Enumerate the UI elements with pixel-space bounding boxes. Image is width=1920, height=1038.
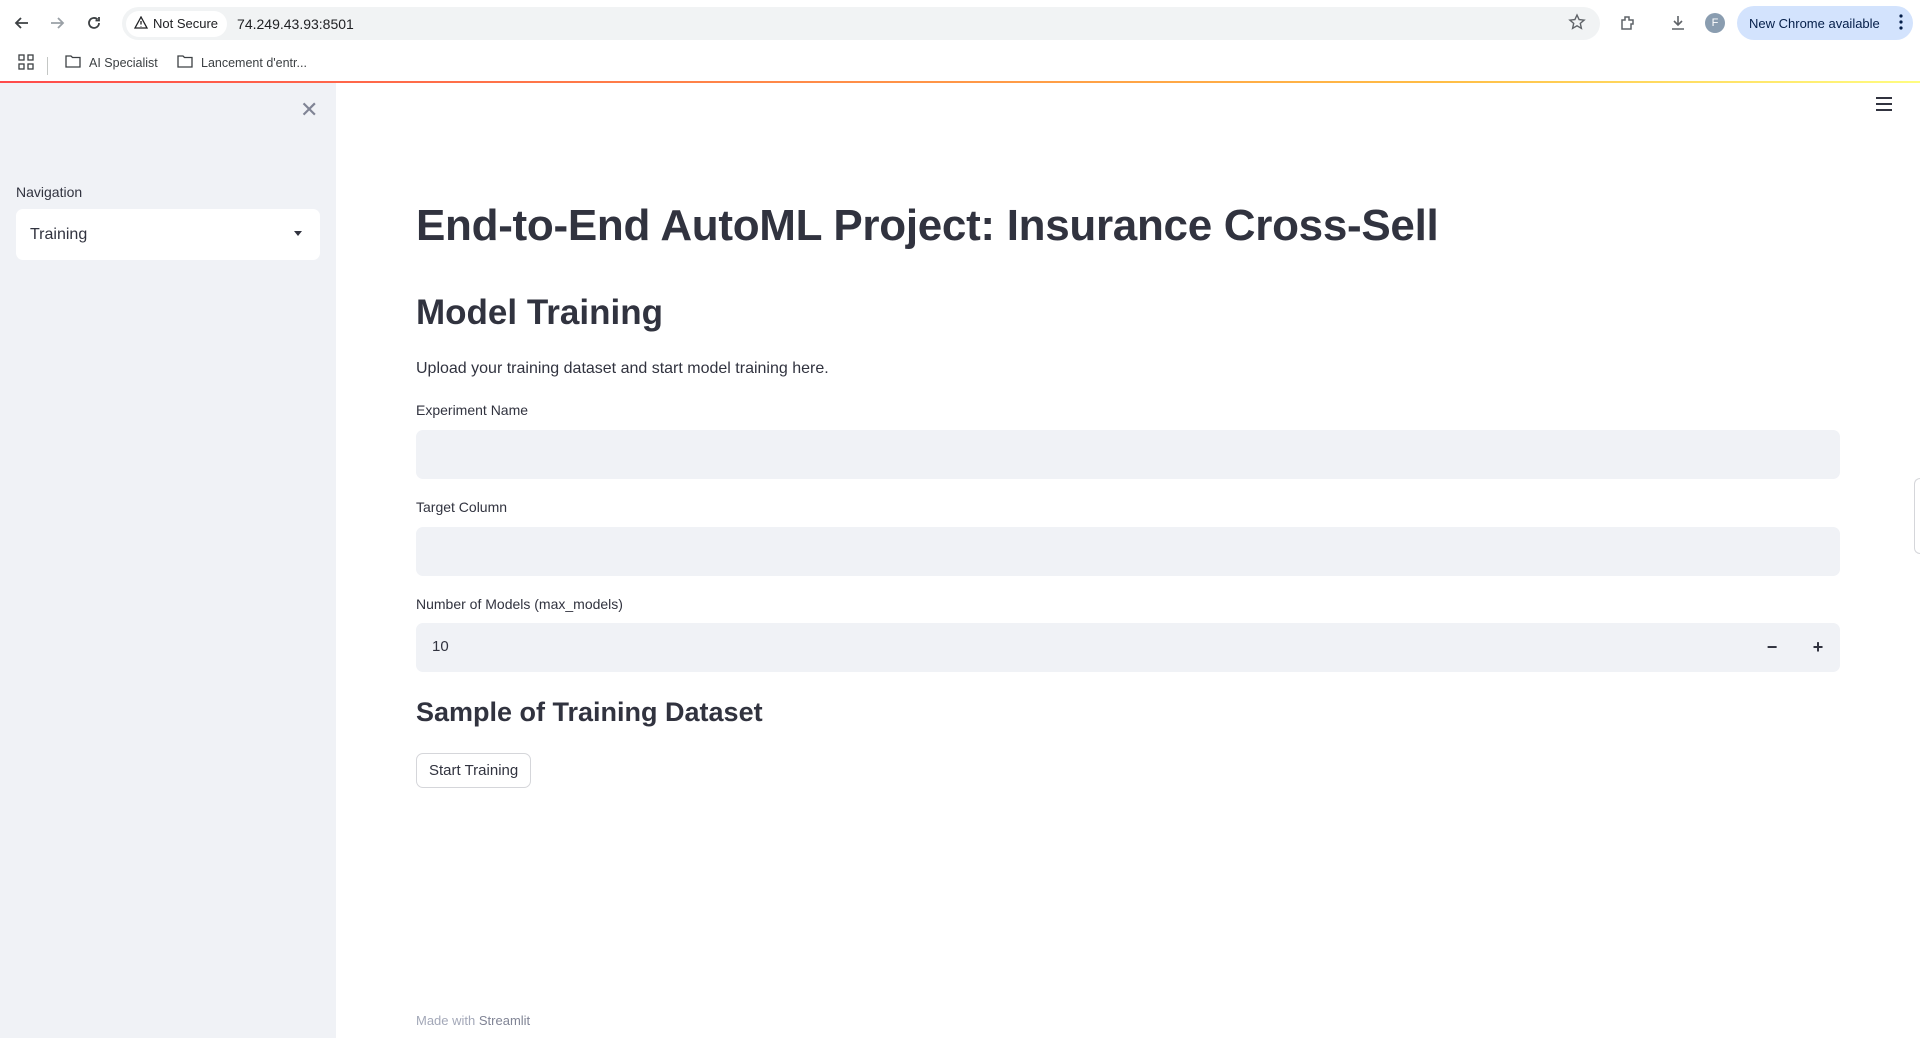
start-training-button[interactable]: Start Training <box>416 753 532 788</box>
sample-dataset-title: Sample of Training Dataset <box>416 697 763 727</box>
bookmark-label: AI Specialist <box>89 55 158 70</box>
navigation-select[interactable]: Training <box>16 209 320 260</box>
chrome-update-button[interactable]: New Chrome available <box>1737 6 1913 40</box>
navigation-label: Navigation <box>16 184 83 200</box>
target-column-input[interactable] <box>416 527 1840 576</box>
apps-grid-icon[interactable] <box>18 54 34 70</box>
bookmarks-divider <box>47 57 48 75</box>
bookmark-label: Lancement d'entr... <box>201 55 307 70</box>
edge-handle[interactable] <box>1914 478 1920 554</box>
download-icon[interactable] <box>1666 11 1690 35</box>
footer-brand-link[interactable]: Streamlit <box>479 1013 530 1028</box>
max-models-input[interactable]: 10 − + <box>416 623 1840 672</box>
url-text[interactable]: 74.249.43.93:8501 <box>237 16 354 32</box>
footer: Made with Streamlit <box>416 1013 530 1028</box>
address-bar[interactable]: Not Secure 74.249.43.93:8501 <box>122 7 1600 40</box>
reload-icon[interactable] <box>83 12 105 34</box>
forward-arrow-icon[interactable] <box>46 12 68 34</box>
folder-icon <box>177 54 193 71</box>
decrement-button[interactable]: − <box>1750 623 1794 672</box>
experiment-name-input[interactable] <box>416 430 1840 479</box>
extensions-icon[interactable] <box>1616 11 1640 35</box>
warning-icon <box>133 15 149 32</box>
chevron-down-icon <box>294 231 302 236</box>
main-menu-icon[interactable] <box>1876 97 1892 115</box>
folder-icon <box>65 54 81 71</box>
section-description: Upload your training dataset and start m… <box>416 360 829 377</box>
sidebar: ✕ Navigation Training <box>0 83 336 1038</box>
more-vertical-icon <box>1899 14 1903 33</box>
bookmark-lancement[interactable]: Lancement d'entr... <box>177 54 307 71</box>
target-column-label: Target Column <box>416 499 508 515</box>
main-content: End-to-End AutoML Project: Insurance Cro… <box>336 83 1920 1038</box>
update-label: New Chrome available <box>1749 15 1880 31</box>
navigation-selected-value: Training <box>30 225 88 243</box>
page-title: End-to-End AutoML Project: Insurance Cro… <box>416 201 1439 250</box>
bookmark-ai-specialist[interactable]: AI Specialist <box>65 54 158 71</box>
security-label: Not Secure <box>153 16 219 31</box>
increment-button[interactable]: + <box>1796 623 1840 672</box>
close-sidebar-icon[interactable]: ✕ <box>300 99 318 121</box>
footer-prefix: Made with <box>416 1013 476 1028</box>
section-title: Model Training <box>416 293 663 332</box>
security-chip[interactable]: Not Secure <box>126 10 228 37</box>
bookmark-star-icon[interactable] <box>1568 13 1586 36</box>
bookmarks-bar: AI Specialist Lancement d'entr... <box>0 46 1920 82</box>
browser-toolbar: Not Secure 74.249.43.93:8501 F New Chrom… <box>0 0 1920 46</box>
max-models-value[interactable]: 10 <box>432 638 449 655</box>
back-arrow-icon[interactable] <box>11 12 33 34</box>
max-models-label: Number of Models (max_models) <box>416 596 623 612</box>
experiment-name-label: Experiment Name <box>416 402 529 418</box>
profile-avatar[interactable]: F <box>1705 13 1725 33</box>
